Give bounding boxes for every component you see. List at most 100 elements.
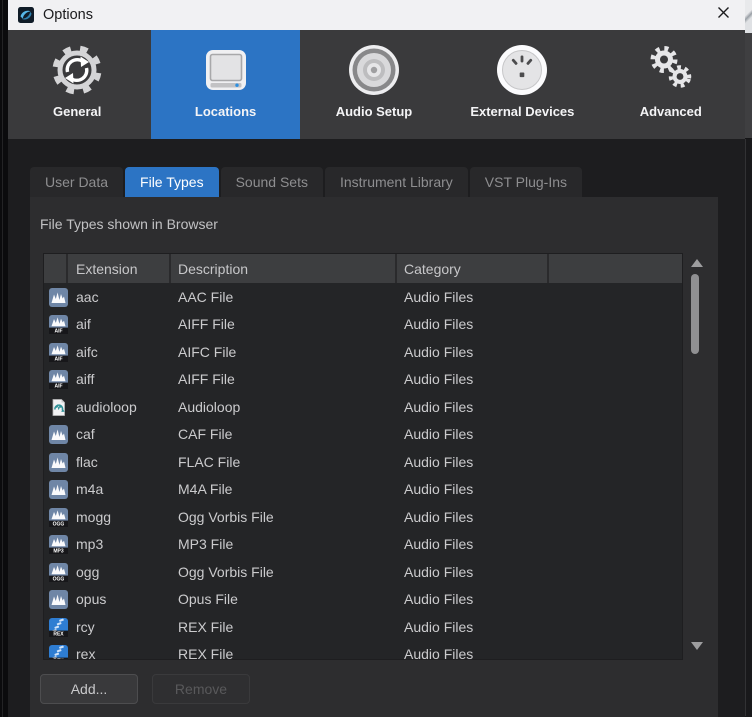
cell-extension: aac bbox=[68, 283, 171, 311]
cell-category: Audio Files bbox=[397, 531, 549, 559]
table-row[interactable]: AIFaifcAIFC FileAudio Files bbox=[44, 338, 682, 366]
svg-text:MP3: MP3 bbox=[53, 549, 64, 554]
scroll-down-arrow-icon[interactable] bbox=[691, 642, 703, 650]
waveform-icon: AIF bbox=[44, 366, 68, 394]
cell-description: AAC File bbox=[171, 283, 397, 311]
cell-blank bbox=[549, 476, 682, 504]
cell-blank bbox=[549, 448, 682, 476]
table-row[interactable]: aacAAC FileAudio Files bbox=[44, 283, 682, 311]
cell-category: Audio Files bbox=[397, 503, 549, 531]
waveform-icon bbox=[44, 421, 68, 449]
vertical-scrollbar bbox=[686, 253, 708, 660]
scroll-up-arrow-icon[interactable] bbox=[691, 259, 703, 267]
toolbar-item-locations[interactable]: Locations bbox=[151, 30, 299, 139]
rex-icon: REX bbox=[44, 613, 68, 641]
table-row[interactable]: REXrexREX FileAudio Files bbox=[44, 641, 682, 661]
cell-category: Audio Files bbox=[397, 641, 549, 661]
add-button[interactable]: Add... bbox=[40, 674, 138, 704]
svg-text:OGG: OGG bbox=[53, 521, 65, 526]
tab-bar: User DataFile TypesSound SetsInstrument … bbox=[30, 167, 584, 197]
section-title: File Types shown in Browser bbox=[40, 216, 218, 232]
cell-description: Audioloop bbox=[171, 393, 397, 421]
cell-extension: audioloop bbox=[68, 393, 171, 421]
background-art bbox=[745, 0, 752, 33]
svg-text:REX: REX bbox=[53, 631, 64, 636]
rex-icon: REX bbox=[44, 641, 68, 661]
cell-category: Audio Files bbox=[397, 586, 549, 614]
column-header-extension[interactable]: Extension bbox=[68, 254, 171, 283]
tab-user-data[interactable]: User Data bbox=[30, 167, 123, 197]
tab-sound-sets[interactable]: Sound Sets bbox=[221, 167, 323, 197]
toolbar-item-label: Locations bbox=[195, 104, 256, 119]
cell-description: M4A File bbox=[171, 476, 397, 504]
close-icon bbox=[716, 5, 731, 25]
window-title: Options bbox=[43, 7, 93, 23]
gear-sync-icon bbox=[49, 41, 105, 99]
cell-extension: aifc bbox=[68, 338, 171, 366]
drive-icon bbox=[198, 41, 254, 99]
studio-one-logo-icon bbox=[18, 7, 34, 23]
waveform-icon: OGG bbox=[44, 558, 68, 586]
cell-blank bbox=[549, 503, 682, 531]
background-rest bbox=[745, 139, 752, 716]
table-row[interactable]: opusOpus FileAudio Files bbox=[44, 586, 682, 614]
toolbar-item-advanced[interactable]: Advanced bbox=[597, 30, 745, 139]
table-body: aacAAC FileAudio Files AIFaifAIFF FileAu… bbox=[44, 283, 682, 660]
table-row[interactable]: m4aM4A FileAudio Files bbox=[44, 476, 682, 504]
svg-text:AIF: AIF bbox=[54, 356, 62, 361]
svg-text:AIF: AIF bbox=[54, 329, 62, 334]
cell-category: Audio Files bbox=[397, 613, 549, 641]
table-row[interactable]: audioloopAudioloopAudio Files bbox=[44, 393, 682, 421]
table-row[interactable]: AIFaifAIFF FileAudio Files bbox=[44, 311, 682, 339]
cell-extension: mogg bbox=[68, 503, 171, 531]
remove-button[interactable]: Remove bbox=[152, 674, 250, 704]
background-left-strip bbox=[0, 0, 8, 717]
cell-extension: aif bbox=[68, 311, 171, 339]
toolbar-item-label: General bbox=[53, 104, 101, 119]
column-header-blank-4[interactable] bbox=[549, 254, 682, 283]
cell-blank bbox=[549, 338, 682, 366]
column-header-category[interactable]: Category bbox=[397, 254, 549, 283]
cell-blank bbox=[549, 641, 682, 661]
table-row[interactable]: OGGoggOgg Vorbis FileAudio Files bbox=[44, 558, 682, 586]
waveform-icon bbox=[44, 476, 68, 504]
tab-vst-plug-ins[interactable]: VST Plug-Ins bbox=[470, 167, 582, 197]
tab-file-types[interactable]: File Types bbox=[125, 167, 219, 197]
cell-blank bbox=[549, 366, 682, 394]
cell-description: AIFC File bbox=[171, 338, 397, 366]
waveform-icon bbox=[44, 586, 68, 614]
toolbar-item-general[interactable]: General bbox=[8, 30, 151, 139]
cell-description: REX File bbox=[171, 613, 397, 641]
cell-blank bbox=[549, 613, 682, 641]
gears-icon bbox=[643, 41, 699, 99]
cell-blank bbox=[549, 421, 682, 449]
toolbar-item-audio-setup[interactable]: Audio Setup bbox=[300, 30, 448, 139]
speaker-icon bbox=[346, 41, 402, 99]
cell-blank bbox=[549, 586, 682, 614]
tab-instrument-library[interactable]: Instrument Library bbox=[325, 167, 468, 197]
cell-description: Ogg Vorbis File bbox=[171, 558, 397, 586]
cell-description: CAF File bbox=[171, 421, 397, 449]
cell-blank bbox=[549, 311, 682, 339]
file-types-table: ExtensionDescriptionCategory aacAAC File… bbox=[43, 253, 683, 660]
cell-description: AIFF File bbox=[171, 366, 397, 394]
cell-extension: flac bbox=[68, 448, 171, 476]
table-row[interactable]: AIFaiffAIFF FileAudio Files bbox=[44, 366, 682, 394]
table-row[interactable]: cafCAF FileAudio Files bbox=[44, 421, 682, 449]
table-header: ExtensionDescriptionCategory bbox=[44, 254, 682, 283]
cell-description: MP3 File bbox=[171, 531, 397, 559]
close-button[interactable] bbox=[706, 0, 740, 30]
scrollbar-thumb[interactable] bbox=[691, 274, 699, 354]
table-row[interactable]: MP3mp3MP3 FileAudio Files bbox=[44, 531, 682, 559]
column-header-blank-0[interactable] bbox=[44, 254, 68, 283]
cell-category: Audio Files bbox=[397, 393, 549, 421]
column-header-description[interactable]: Description bbox=[171, 254, 397, 283]
toolbar-item-external-devices[interactable]: External Devices bbox=[448, 30, 596, 139]
toolbar: General Locations Audio Setup External D… bbox=[8, 30, 745, 139]
table-row[interactable]: OGGmoggOgg Vorbis FileAudio Files bbox=[44, 503, 682, 531]
waveform-icon: OGG bbox=[44, 503, 68, 531]
table-row[interactable]: REXrcyREX FileAudio Files bbox=[44, 613, 682, 641]
cell-category: Audio Files bbox=[397, 448, 549, 476]
cell-category: Audio Files bbox=[397, 283, 549, 311]
table-row[interactable]: flacFLAC FileAudio Files bbox=[44, 448, 682, 476]
